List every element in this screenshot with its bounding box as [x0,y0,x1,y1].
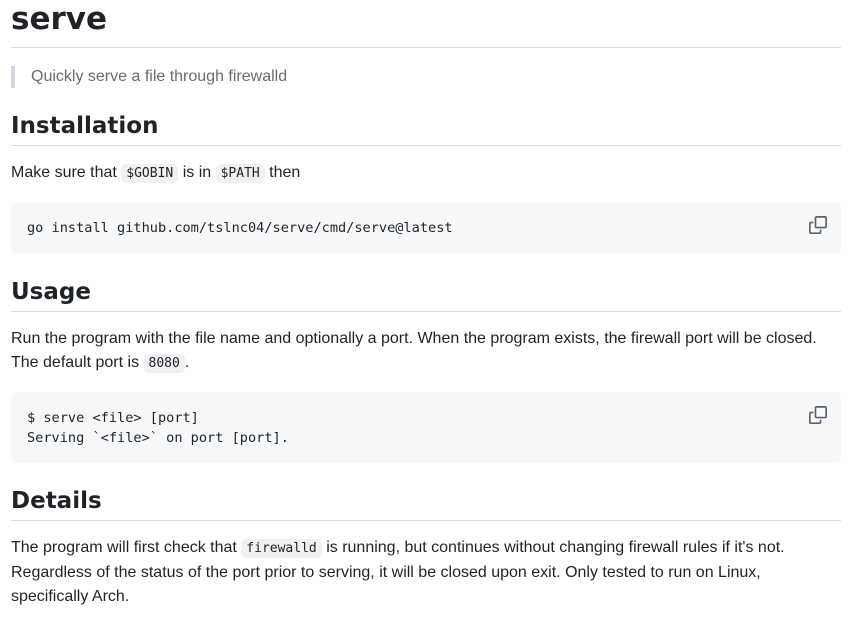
usage-code-block: $ serve <file> [port] Serving `<file>` o… [11,392,841,463]
firewalld-code: firewalld [241,539,322,558]
usage-heading: Usage [11,277,841,312]
install-command: go install github.com/tslnc04/serve/cmd/… [27,220,453,236]
gobin-code: $GOBIN [121,164,179,183]
copy-button[interactable] [809,406,827,424]
copy-icon [809,406,827,424]
readme-content: serve Quickly serve a file through firew… [11,0,841,609]
copy-icon [809,216,827,234]
details-heading: Details [11,486,841,521]
copy-button[interactable] [809,216,827,234]
port-code: 8080 [143,354,185,373]
install-code-block: go install github.com/tslnc04/serve/cmd/… [11,202,841,254]
usage-line-1: $ serve <file> [port] [27,410,199,426]
usage-line-2: Serving `<file>` on port [port]. [27,430,289,446]
installation-heading: Installation [11,111,841,146]
path-code: $PATH [215,164,265,183]
details-paragraph: The program will first check that firewa… [11,539,785,605]
installation-paragraph: Make sure that $GOBIN is in $PATH then [11,164,301,183]
tagline-text: Quickly serve a file through firewalld [31,68,288,85]
usage-paragraph: Run the program with the file name and o… [11,330,817,373]
page-title: serve [11,0,841,48]
tagline-blockquote: Quickly serve a file through firewalld [11,66,841,88]
